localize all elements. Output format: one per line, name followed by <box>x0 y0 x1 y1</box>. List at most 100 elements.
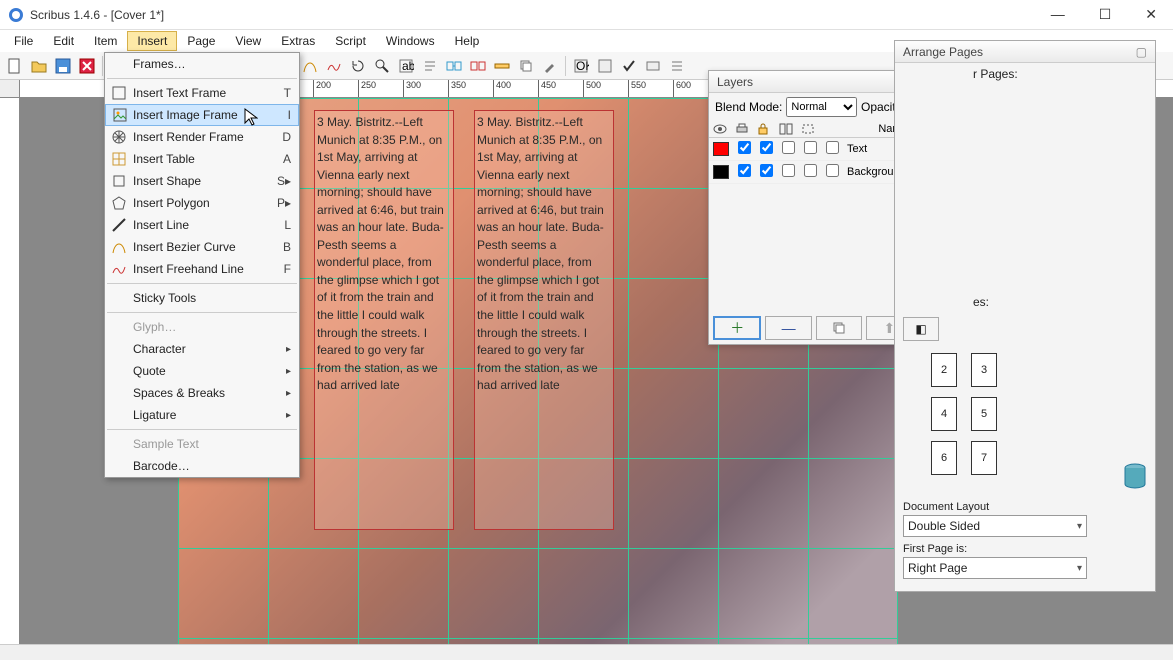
menu-shape[interactable]: Insert ShapeS▸ <box>105 170 299 192</box>
page-thumbnail[interactable]: 7 <box>971 441 997 475</box>
pdf-text-icon[interactable] <box>594 55 616 77</box>
close-doc-icon[interactable] <box>76 55 98 77</box>
layer-outline-checkbox[interactable] <box>826 164 839 177</box>
pdf-combo-icon[interactable] <box>642 55 664 77</box>
page-thumbnail[interactable]: 4 <box>931 397 957 431</box>
pages-label: es: <box>895 291 1155 313</box>
shape-icon <box>111 173 127 189</box>
svg-text:ab: ab <box>402 59 414 73</box>
menu-character[interactable]: Character▸ <box>105 338 299 360</box>
menu-windows[interactable]: Windows <box>376 31 445 51</box>
remove-layer-button[interactable]: — <box>765 316 811 340</box>
unlink-frames-icon[interactable] <box>467 55 489 77</box>
layer-print-checkbox[interactable] <box>760 164 773 177</box>
menu-page[interactable]: Page <box>177 31 225 51</box>
menu-quote[interactable]: Quote▸ <box>105 360 299 382</box>
vertical-ruler <box>0 98 20 644</box>
open-icon[interactable] <box>28 55 50 77</box>
insert-menu-dropdown: Frames… Insert Text FrameTInsert Image F… <box>104 52 300 478</box>
layer-lock-checkbox[interactable] <box>782 164 795 177</box>
menu-barcode[interactable]: Barcode… <box>105 455 299 477</box>
body-text: 3 May. Bistritz.--Left Munich at 8:35 P.… <box>317 115 444 392</box>
menu-extras[interactable]: Extras <box>271 31 325 51</box>
page-thumbnail[interactable]: 5 <box>971 397 997 431</box>
bezier-tool-icon[interactable] <box>299 55 321 77</box>
eyedropper-icon[interactable] <box>539 55 561 77</box>
layer-visible-checkbox[interactable] <box>738 164 751 177</box>
add-layer-button[interactable]: ＋ <box>713 316 761 340</box>
freehand-tool-icon[interactable] <box>323 55 345 77</box>
first-page-select[interactable]: Right Page <box>903 557 1087 579</box>
menu-sticky-tools[interactable]: Sticky Tools <box>105 287 299 309</box>
arrange-pages-panel[interactable]: Arrange Pages ▢ r Pages: es: ◧ 234567 Do… <box>894 40 1156 592</box>
save-icon[interactable] <box>52 55 74 77</box>
pdf-list-icon[interactable] <box>666 55 688 77</box>
menu-help[interactable]: Help <box>445 31 490 51</box>
text-frame-icon <box>111 85 127 101</box>
menu-script[interactable]: Script <box>325 31 376 51</box>
menu-line[interactable]: Insert LineL <box>105 214 299 236</box>
maximize-button[interactable]: ☐ <box>1091 4 1120 25</box>
menu-insert[interactable]: Insert <box>127 31 177 51</box>
outline-col-icon <box>801 123 823 135</box>
minimize-button[interactable]: — <box>1043 4 1073 25</box>
measure-tool-icon[interactable] <box>491 55 513 77</box>
app-icon <box>8 7 24 23</box>
pdf-check-icon[interactable] <box>618 55 640 77</box>
edit-text-icon[interactable] <box>419 55 441 77</box>
menu-polygon[interactable]: Insert PolygonP▸ <box>105 192 299 214</box>
window-title: Scribus 1.4.6 - [Cover 1*] <box>30 8 1043 22</box>
menu-bezier[interactable]: Insert Bezier CurveB <box>105 236 299 258</box>
copy-props-icon[interactable] <box>515 55 537 77</box>
duplicate-layer-button[interactable] <box>816 316 862 340</box>
arrange-pages-title[interactable]: Arrange Pages ▢ <box>895 41 1155 63</box>
layer-print-checkbox[interactable] <box>760 141 773 154</box>
layer-outline-checkbox[interactable] <box>826 141 839 154</box>
first-page-label: First Page is: <box>903 543 1147 555</box>
menu-glyph-[interactable]: Glyph… <box>105 316 299 338</box>
panel-close-icon[interactable]: ▢ <box>1136 45 1147 59</box>
menu-render-frame[interactable]: Insert Render FrameD <box>105 126 299 148</box>
edit-contents-icon[interactable]: ab <box>395 55 417 77</box>
page-nav-button[interactable]: ◧ <box>903 317 939 341</box>
menu-image-frame[interactable]: Insert Image FrameI <box>105 104 299 126</box>
text-frame-right[interactable]: 3 May. Bistritz.--Left Munich at 8:35 P.… <box>474 110 614 530</box>
menu-table[interactable]: Insert TableA <box>105 148 299 170</box>
close-button[interactable]: ✕ <box>1137 4 1165 25</box>
trash-icon[interactable] <box>1123 463 1147 491</box>
menu-item[interactable]: Item <box>84 31 127 51</box>
bezier-icon <box>111 239 127 255</box>
page-thumbnail[interactable]: 3 <box>971 353 997 387</box>
print-col-icon <box>735 123 757 135</box>
doc-layout-select[interactable]: Double Sided <box>903 515 1087 537</box>
layer-flow-checkbox[interactable] <box>804 141 817 154</box>
menu-spaces-breaks[interactable]: Spaces & Breaks▸ <box>105 382 299 404</box>
blend-mode-label: Blend Mode: <box>715 100 782 114</box>
lock-col-icon <box>757 123 779 135</box>
layer-visible-checkbox[interactable] <box>738 141 751 154</box>
layer-lock-checkbox[interactable] <box>782 141 795 154</box>
render-frame-icon <box>111 129 127 145</box>
menu-sample-text[interactable]: Sample Text <box>105 433 299 455</box>
link-frames-icon[interactable] <box>443 55 465 77</box>
menu-freehand[interactable]: Insert Freehand LineF <box>105 258 299 280</box>
page-thumbnail[interactable]: 2 <box>931 353 957 387</box>
menu-edit[interactable]: Edit <box>43 31 84 51</box>
blend-mode-select[interactable]: Normal <box>786 97 857 117</box>
menu-view[interactable]: View <box>225 31 271 51</box>
new-doc-icon[interactable] <box>4 55 26 77</box>
status-bar <box>0 644 1173 660</box>
layer-color-swatch[interactable] <box>713 165 729 179</box>
pdf-button-icon[interactable]: OK <box>570 55 592 77</box>
layer-flow-checkbox[interactable] <box>804 164 817 177</box>
rotate-tool-icon[interactable] <box>347 55 369 77</box>
menu-text-frame[interactable]: Insert Text FrameT <box>105 82 299 104</box>
layer-color-swatch[interactable] <box>713 142 729 156</box>
menu-frames[interactable]: Frames… <box>105 53 299 75</box>
title-bar: Scribus 1.4.6 - [Cover 1*] — ☐ ✕ <box>0 0 1173 30</box>
zoom-tool-icon[interactable] <box>371 55 393 77</box>
menu-ligature[interactable]: Ligature▸ <box>105 404 299 426</box>
menu-file[interactable]: File <box>4 31 43 51</box>
page-thumbnail[interactable]: 6 <box>931 441 957 475</box>
text-frame-left[interactable]: 3 May. Bistritz.--Left Munich at 8:35 P.… <box>314 110 454 530</box>
